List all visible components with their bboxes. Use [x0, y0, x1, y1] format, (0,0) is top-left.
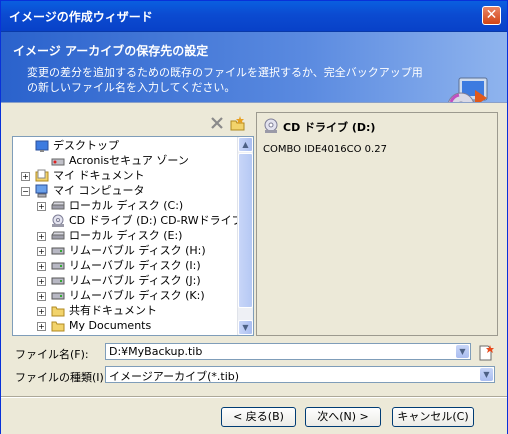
expand-icon[interactable]: +	[37, 307, 46, 316]
tree-item-label: Acronisセキュア ゾーン	[69, 154, 189, 167]
expand-icon[interactable]: +	[21, 172, 30, 181]
cd-drive-icon	[264, 118, 278, 133]
tree-item-label: ローカル ディスク (E:)	[69, 229, 183, 242]
hard-disk-icon	[51, 201, 65, 210]
title-bar: イメージの作成ウィザード ✕	[1, 1, 507, 32]
filetype-combobox[interactable]: イメージアーカイブ(*.tib) ▼	[105, 366, 495, 383]
new-folder-icon[interactable]	[230, 116, 245, 131]
my-documents-icon	[35, 169, 49, 182]
filename-value: D:¥MyBackup.tib	[109, 345, 203, 358]
tree-item-label: リムーバブル ディスク (J:)	[69, 274, 201, 287]
wizard-window: イメージの作成ウィザード ✕ イメージ アーカイブの保存先の設定 変更の差分を追…	[0, 0, 508, 434]
tree-item-label: リムーバブル ディスク (H:)	[69, 244, 206, 257]
tree-toolbar	[211, 116, 245, 131]
folder-icon	[51, 321, 65, 332]
wizard-content: デスクトップ Acronisセキュア ゾーン + マイ ドキュメント − マイ コンピュー…	[1, 102, 507, 434]
filetype-label: ファイルの種類(I):	[15, 371, 108, 384]
drive-info-panel: CD ドライブ (D:) COMBO IDE4016CO 0.27	[256, 112, 498, 336]
folder-tree[interactable]: デスクトップ Acronisセキュア ゾーン + マイ ドキュメント − マイ コンピュー…	[12, 136, 254, 336]
expand-icon[interactable]: +	[37, 247, 46, 256]
expand-icon[interactable]: +	[37, 232, 46, 241]
tree-item-label: ローカル ディスク (C:)	[69, 199, 184, 212]
close-button[interactable]: ✕	[482, 6, 501, 25]
scroll-down-button[interactable]: ▼	[238, 320, 253, 335]
collapse-icon[interactable]: −	[21, 187, 30, 196]
footer-divider	[1, 396, 507, 398]
expand-icon[interactable]: +	[37, 262, 46, 271]
tree-item-label: マイ コンピュータ	[53, 184, 145, 197]
header-title: イメージ アーカイブの保存先の設定	[13, 44, 209, 58]
filetype-value: イメージアーカイブ(*.tib)	[109, 370, 240, 383]
tree-item-label: My Documents	[69, 319, 152, 332]
removable-disk-icon	[51, 277, 65, 285]
new-file-icon[interactable]	[477, 344, 495, 362]
wizard-header: イメージ アーカイブの保存先の設定 変更の差分を追加するための既存のファイルを選…	[1, 32, 507, 120]
secure-zone-icon	[51, 158, 65, 166]
hard-disk-icon	[51, 231, 65, 240]
desktop-icon	[35, 140, 49, 152]
chevron-down-icon: ▼	[242, 323, 249, 332]
tree-item-label: デスクトップ	[53, 139, 119, 152]
cancel-button[interactable]: キャンセル(C)	[392, 407, 474, 427]
tree-item-label: 共有ドキュメント	[69, 304, 157, 317]
filetype-dropdown-button[interactable]: ▼	[480, 368, 493, 381]
next-button[interactable]: 次へ(N) >	[305, 407, 381, 427]
tree-item-label: CD ドライブ (D:) CD-RWドライブ	[69, 214, 243, 227]
window-title: イメージの作成ウィザード	[9, 10, 153, 24]
chevron-down-icon: ▼	[483, 370, 490, 379]
cd-drive-icon	[52, 214, 64, 227]
expand-icon[interactable]: +	[37, 277, 46, 286]
my-computer-icon	[35, 184, 48, 198]
scroll-up-button[interactable]: ▲	[238, 137, 253, 152]
header-description: 変更の差分を追加するための既存のファイルを選択するか、完全バックアップ用の新しい…	[27, 66, 423, 94]
tree-item-label: リムーバブル ディスク (I:)	[69, 259, 201, 272]
filename-combobox[interactable]: D:¥MyBackup.tib ▼	[105, 343, 471, 360]
close-icon: ✕	[485, 7, 498, 23]
expand-icon[interactable]: +	[37, 322, 46, 331]
chevron-down-icon: ▼	[459, 347, 466, 356]
tree-item-label: マイ ドキュメント	[53, 169, 145, 182]
folder-icon	[51, 306, 65, 317]
expand-icon[interactable]: +	[37, 202, 46, 211]
chevron-up-icon: ▲	[242, 140, 249, 149]
scroll-thumb[interactable]	[238, 153, 253, 308]
tree-item-label: リムーバブル ディスク (K:)	[69, 289, 205, 302]
removable-disk-icon	[51, 292, 65, 300]
expand-icon[interactable]: +	[37, 292, 46, 301]
tree-scrollbar[interactable]: ▲ ▼	[237, 137, 253, 335]
delete-icon[interactable]	[211, 117, 223, 129]
removable-disk-icon	[51, 247, 65, 255]
back-button[interactable]: < 戻る(B)	[221, 407, 296, 427]
drive-info-title: CD ドライブ (D:)	[283, 121, 376, 134]
drive-info-description: COMBO IDE4016CO 0.27	[263, 144, 387, 155]
removable-disk-icon	[51, 262, 65, 270]
filename-dropdown-button[interactable]: ▼	[456, 345, 469, 358]
filename-label: ファイル名(F):	[15, 348, 89, 361]
